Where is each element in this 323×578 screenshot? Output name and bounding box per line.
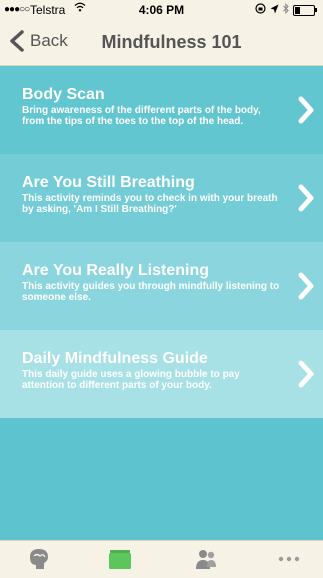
lock-rotation-icon [255,3,266,17]
item-description: Bring awareness of the different parts o… [22,105,261,127]
list-item[interactable]: Are You Really Listening This activity g… [0,242,323,330]
list-item[interactable]: Daily Mindfulness Guide This daily guide… [0,330,323,418]
bluetooth-icon [283,2,289,17]
list-item[interactable]: Body Scan Bring awareness of the differe… [0,66,323,154]
location-arrow-icon [270,4,279,17]
item-title: Daily Mindfulness Guide [22,350,208,367]
tab-brain[interactable] [26,547,56,571]
battery-icon [293,4,317,16]
item-description: This daily guide uses a glowing bubble t… [22,369,240,391]
chevron-right-icon [298,360,314,388]
status-bar: ●●●○○ Telstra 4:06 PM [0,0,323,20]
people-icon [196,550,216,569]
item-description: This activity reminds you to check in wi… [22,193,278,215]
list-item[interactable]: Are You Still Breathing This activity re… [0,154,323,242]
tab-people[interactable] [194,547,224,571]
folder-icon [109,550,131,569]
item-description: This activity guides you through mindful… [22,281,280,303]
brain-head-icon [30,549,48,569]
item-title: Are You Really Listening [22,262,210,279]
tab-bar [0,540,323,578]
tab-folder[interactable] [108,547,138,571]
status-right-icons [255,2,317,17]
more-dots-icon [278,556,300,562]
tab-more[interactable] [276,547,306,571]
chevron-right-icon [298,272,314,300]
page-title: Mindfulness 101 [101,32,242,52]
chevron-right-icon [298,184,314,212]
navigation-bar: Back Mindfulness 101 [0,20,323,66]
item-title: Body Scan [22,86,105,103]
activity-list: Body Scan Bring awareness of the differe… [0,66,323,540]
chevron-right-icon [298,96,314,124]
item-title: Are You Still Breathing [22,174,195,191]
